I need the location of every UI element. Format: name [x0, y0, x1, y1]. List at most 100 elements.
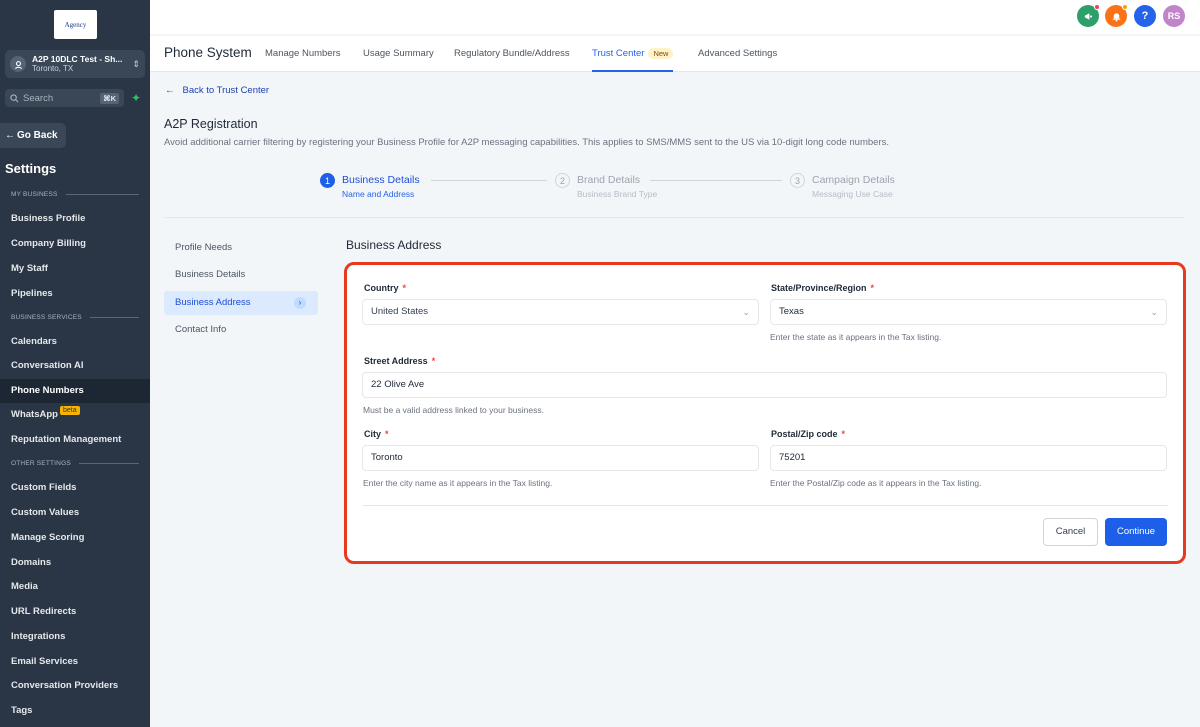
city-hint: Enter the city name as it appears in the…	[363, 478, 553, 488]
top-bar: ? RS	[150, 0, 1200, 34]
chevron-down-icon: ⌄	[1150, 307, 1158, 317]
side-item-business-address[interactable]: Business Address ›	[164, 291, 318, 315]
sidebar-item-integrations[interactable]: Integrations	[0, 625, 150, 649]
street-label: Street Address *	[364, 356, 436, 366]
step-connector	[431, 180, 547, 181]
divider	[164, 217, 1184, 218]
section-other-settings: OTHER SETTINGS	[11, 460, 139, 467]
notification-dot	[1122, 4, 1128, 10]
beta-badge: beta	[59, 406, 80, 415]
city-input[interactable]: Toronto	[362, 445, 759, 471]
sidebar-item-custom-values[interactable]: Custom Values	[0, 501, 150, 525]
state-hint: Enter the state as it appears in the Tax…	[770, 332, 942, 342]
sidebar-item-pipelines[interactable]: Pipelines	[0, 282, 150, 306]
step-1-title[interactable]: Business Details	[342, 174, 420, 186]
side-item-profile-needs[interactable]: Profile Needs	[164, 236, 318, 260]
search-input[interactable]: Search ⌘K	[5, 89, 124, 107]
sidebar-item-my-staff[interactable]: My Staff	[0, 257, 150, 281]
sidebar-item-url-redirects[interactable]: URL Redirects	[0, 600, 150, 624]
postal-hint: Enter the Postal/Zip code as it appears …	[770, 478, 982, 488]
step-1-subtitle: Name and Address	[342, 189, 415, 199]
postal-code-input[interactable]: 75201	[770, 445, 1167, 471]
side-item-contact-info[interactable]: Contact Info	[164, 318, 318, 342]
sidebar-item-reputation-management[interactable]: Reputation Management	[0, 428, 150, 452]
user-avatar[interactable]: RS	[1163, 5, 1185, 27]
chevron-right-icon: ›	[294, 297, 306, 309]
side-item-business-details[interactable]: Business Details	[164, 263, 318, 287]
sidebar-item-email-services[interactable]: Email Services	[0, 650, 150, 674]
sidebar: Agency A2P 10DLC Test - Sh... Toronto, T…	[0, 0, 150, 727]
business-address-form: Country * United States ⌄ State/Province/…	[344, 262, 1186, 564]
section-my-business: MY BUSINESS	[11, 191, 139, 198]
chevron-up-down-icon: ⇕	[132, 58, 140, 69]
continue-button[interactable]: Continue	[1105, 518, 1167, 546]
account-name: A2P 10DLC Test - Sh...	[32, 54, 123, 64]
sidebar-item-phone-numbers[interactable]: Phone Numbers	[0, 379, 150, 403]
whatsapp-label: WhatsApp	[11, 409, 58, 420]
tab-manage-numbers[interactable]: Manage Numbers	[265, 48, 341, 59]
city-label: City *	[364, 429, 389, 439]
sparkle-icon[interactable]: ✦	[127, 89, 145, 107]
page-description: Avoid additional carrier filtering by re…	[164, 137, 890, 148]
step-connector	[650, 180, 782, 181]
step-2-title: Brand Details	[577, 174, 641, 186]
go-back-button[interactable]: ← Go Back	[0, 123, 66, 148]
sidebar-item-conversation-ai[interactable]: Conversation AI	[0, 354, 150, 378]
form-divider	[363, 505, 1168, 506]
bell-icon[interactable]	[1105, 4, 1128, 27]
tab-trust-center[interactable]: Trust Center New	[592, 48, 674, 72]
arrow-left-icon: ←	[5, 130, 15, 141]
go-back-label: Go Back	[17, 130, 58, 141]
street-address-input[interactable]: 22 Olive Ave	[362, 372, 1167, 398]
section-business-services: BUSINESS SERVICES	[11, 314, 139, 321]
megaphone-icon[interactable]	[1077, 4, 1100, 27]
notification-dot	[1094, 4, 1100, 10]
tab-regulatory-bundle[interactable]: Regulatory Bundle/Address	[454, 48, 570, 59]
arrow-left-icon: ←	[165, 85, 175, 96]
location-icon	[10, 56, 26, 72]
sidebar-item-calendars[interactable]: Calendars	[0, 330, 150, 354]
tab-trust-center-label: Trust Center	[592, 48, 645, 59]
step-3-number: 3	[790, 173, 805, 188]
page-section-title: Phone System	[164, 45, 252, 60]
sidebar-item-whatsapp[interactable]: WhatsApp beta	[0, 403, 150, 427]
back-link-label: Back to Trust Center	[182, 85, 270, 96]
sidebar-item-domains[interactable]: Domains	[0, 551, 150, 575]
back-to-trust-center-link[interactable]: ← Back to Trust Center	[165, 85, 269, 96]
postal-label: Postal/Zip code *	[771, 429, 846, 439]
tab-usage-summary[interactable]: Usage Summary	[363, 48, 434, 59]
sidebar-item-tags[interactable]: Tags	[0, 699, 150, 723]
country-value: United States	[371, 306, 429, 317]
chevron-down-icon: ⌄	[742, 307, 750, 317]
sub-navigation: Phone System Manage Numbers Usage Summar…	[150, 36, 1200, 72]
sidebar-item-business-profile[interactable]: Business Profile	[0, 207, 150, 231]
tab-advanced-settings[interactable]: Advanced Settings	[698, 48, 777, 59]
sidebar-item-media[interactable]: Media	[0, 575, 150, 599]
new-badge: New	[648, 48, 674, 59]
settings-title: Settings	[5, 161, 57, 176]
search-shortcut: ⌘K	[100, 92, 119, 104]
state-label: State/Province/Region *	[771, 283, 875, 293]
search-placeholder: Search	[23, 92, 54, 104]
page-title: A2P Registration	[164, 117, 258, 131]
account-location: Toronto, TX	[32, 64, 74, 73]
step-2-subtitle: Business Brand Type	[577, 189, 658, 199]
account-switcher[interactable]: A2P 10DLC Test - Sh... Toronto, TX ⇕	[5, 50, 145, 78]
form-section-title: Business Address	[346, 238, 442, 252]
sidebar-item-conversation-providers[interactable]: Conversation Providers	[0, 674, 150, 698]
search-icon	[10, 93, 19, 102]
agency-logo: Agency	[54, 10, 97, 39]
cancel-button[interactable]: Cancel	[1043, 518, 1098, 546]
country-label: Country *	[364, 283, 407, 293]
country-select[interactable]: United States ⌄	[362, 299, 759, 325]
help-icon[interactable]: ?	[1134, 5, 1156, 27]
step-3-title: Campaign Details	[812, 174, 895, 186]
sidebar-item-manage-scoring[interactable]: Manage Scoring	[0, 526, 150, 550]
state-select[interactable]: Texas ⌄	[770, 299, 1167, 325]
side-item-label: Business Address	[175, 297, 251, 308]
sidebar-item-company-billing[interactable]: Company Billing	[0, 232, 150, 256]
step-3-subtitle: Messaging Use Case	[812, 189, 893, 199]
logo-text: Agency	[64, 20, 87, 29]
state-value: Texas	[779, 306, 804, 317]
sidebar-item-custom-fields[interactable]: Custom Fields	[0, 476, 150, 500]
